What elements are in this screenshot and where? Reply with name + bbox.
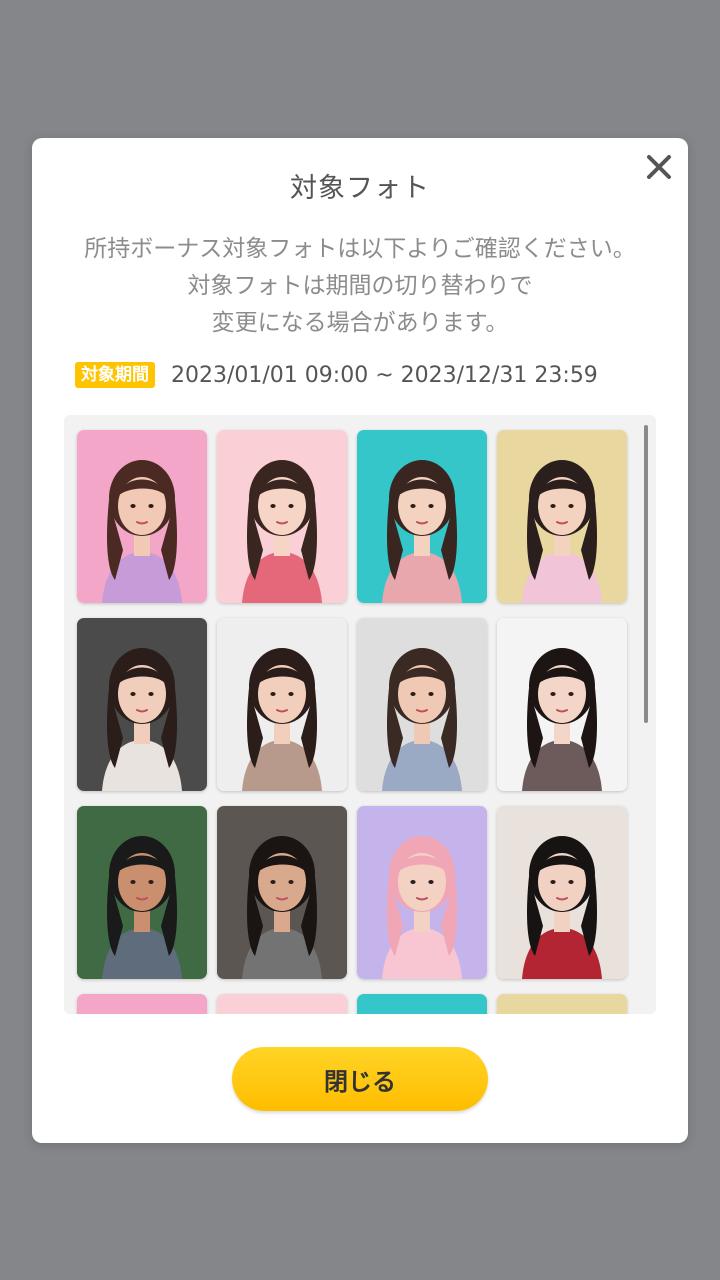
photo-thumbnail[interactable] [497, 994, 627, 1014]
portrait-image [497, 618, 627, 791]
portrait-image [217, 806, 347, 979]
photo-thumbnail[interactable] [217, 994, 347, 1014]
description-line: 変更になる場合があります。 [211, 310, 509, 336]
photo-thumbnail[interactable] [357, 806, 487, 979]
photo-thumbnail[interactable] [357, 994, 487, 1014]
dialog-description: 所持ボーナス対象フォトは以下よりご確認ください。 対象フォトは期間の切り替わりで… [52, 231, 668, 342]
period-row: 対象期間 2023/01/01 09:00 ~ 2023/12/31 23:59 [75, 360, 598, 390]
period-badge: 対象期間 [75, 362, 155, 388]
dialog-title: 対象フォト [290, 173, 430, 204]
portrait-image [357, 806, 487, 979]
portrait-image [77, 806, 207, 979]
photo-thumbnail[interactable] [357, 430, 487, 603]
photo-thumbnail[interactable] [77, 618, 207, 791]
portrait-image [77, 994, 207, 1014]
scrollbar[interactable] [644, 425, 648, 723]
portrait-image [217, 430, 347, 603]
close-button[interactable]: 閉じる [232, 1047, 488, 1111]
portrait-image [357, 430, 487, 603]
photo-thumbnail[interactable] [77, 806, 207, 979]
photo-thumbnail[interactable] [497, 618, 627, 791]
portrait-image [217, 618, 347, 791]
photo-thumbnail[interactable] [217, 806, 347, 979]
photo-grid [77, 430, 629, 1014]
photo-thumbnail[interactable] [77, 994, 207, 1014]
close-button-label: 閉じる [324, 1067, 396, 1096]
photo-thumbnail[interactable] [217, 430, 347, 603]
portrait-image [77, 618, 207, 791]
period-range: 2023/01/01 09:00 ~ 2023/12/31 23:59 [171, 362, 598, 388]
portrait-image [497, 430, 627, 603]
portrait-image [357, 994, 487, 1014]
photo-grid-container[interactable] [64, 415, 656, 1014]
portrait-image [497, 806, 627, 979]
portrait-image [497, 994, 627, 1014]
photo-thumbnail[interactable] [77, 430, 207, 603]
portrait-image [217, 994, 347, 1014]
photo-thumbnail[interactable] [497, 806, 627, 979]
photo-thumbnail[interactable] [357, 618, 487, 791]
description-line: 対象フォトは期間の切り替わりで [187, 273, 533, 299]
portrait-image [357, 618, 487, 791]
photo-thumbnail[interactable] [497, 430, 627, 603]
description-line: 所持ボーナス対象フォトは以下よりご確認ください。 [84, 236, 636, 262]
photo-dialog: 対象フォト 所持ボーナス対象フォトは以下よりご確認ください。 対象フォトは期間の… [32, 138, 688, 1143]
photo-thumbnail[interactable] [217, 618, 347, 791]
portrait-image [77, 430, 207, 603]
